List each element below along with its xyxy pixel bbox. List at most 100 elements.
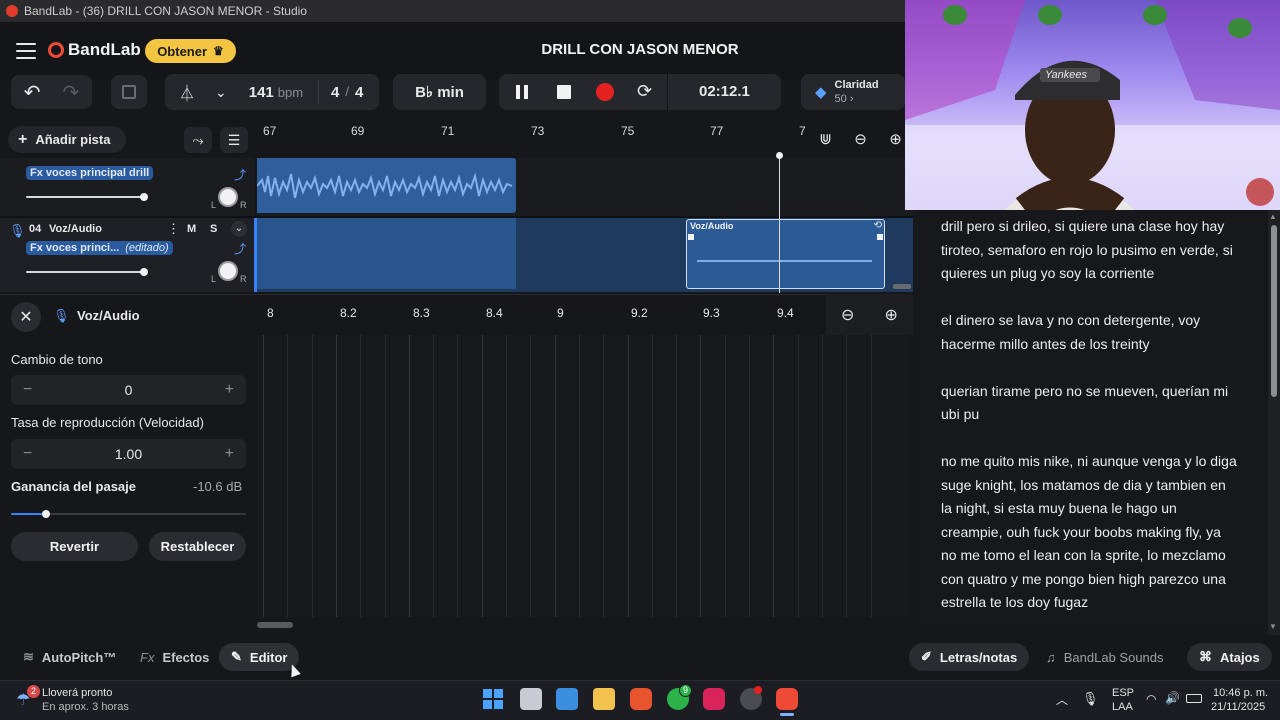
lyrics-paragraph[interactable]: no me quito mis nike, ni aunque venga y …	[941, 450, 1237, 615]
editor-track-name: Voz/Audio	[77, 308, 140, 323]
zoom-in-icon[interactable]: ⊕	[885, 305, 898, 325]
clock-date[interactable]: 21/11/2025	[1211, 701, 1265, 713]
upgrade-button[interactable]: Obtener ♛	[145, 39, 236, 63]
volume-slider[interactable]	[26, 271, 146, 273]
tab-lyrics-notes[interactable]: ✐ Letras/notas	[909, 643, 1030, 671]
ruler-mark: 67	[263, 124, 277, 138]
key-selector[interactable]: B♭ min	[393, 74, 486, 110]
revert-button[interactable]: Revertir	[11, 532, 138, 561]
pan-knob[interactable]	[218, 187, 238, 207]
automation-icon[interactable]: ⤴	[234, 240, 246, 257]
loop-icon[interactable]: ⟳	[637, 81, 652, 102]
bandlab-taskbar-icon[interactable]	[776, 688, 798, 710]
weather-widget[interactable]: ☂ 2	[14, 685, 40, 710]
task-view-icon[interactable]	[520, 688, 542, 710]
record-icon[interactable]	[596, 83, 614, 101]
plus-icon[interactable]: +	[225, 445, 234, 463]
editor-grid[interactable]	[257, 335, 910, 617]
windows-start-icon[interactable]	[482, 688, 504, 710]
tiktok-icon[interactable]	[703, 688, 725, 710]
mixer-icon[interactable]: ☰	[220, 127, 248, 153]
volume-handle[interactable]	[140, 268, 148, 276]
bpm-display[interactable]: 141 bpm	[249, 84, 303, 101]
more-icon[interactable]: ⋮	[167, 221, 180, 237]
menu-icon[interactable]	[16, 43, 36, 59]
clip-handle[interactable]	[688, 234, 694, 240]
pitch-stepper[interactable]: − 0 +	[11, 375, 246, 405]
horizontal-scrollbar[interactable]	[893, 284, 911, 289]
store-icon[interactable]	[556, 688, 578, 710]
automation-icon[interactable]: ⤳	[184, 127, 212, 153]
editor-ruler[interactable]: 8 8.2 8.3 8.4 9 9.2 9.3 9.4	[257, 294, 827, 336]
song-title[interactable]: DRILL CON JASON MENOR	[520, 41, 760, 58]
brand-logo[interactable]: BandLab	[48, 40, 141, 60]
whatsapp-icon[interactable]: 9	[667, 684, 692, 710]
stop-icon[interactable]	[557, 85, 571, 99]
language-top[interactable]: ESP	[1112, 687, 1134, 699]
file-explorer-icon[interactable]	[593, 688, 615, 710]
clip-handle[interactable]	[877, 234, 883, 240]
volume-icon[interactable]: 🔊	[1165, 691, 1180, 705]
chevron-down-icon[interactable]: ⌄	[231, 221, 247, 237]
microphone-icon[interactable]: 🎙	[1082, 691, 1099, 707]
lyrics-scroll-thumb[interactable]	[1271, 225, 1277, 397]
volume-slider[interactable]	[26, 196, 146, 198]
rate-stepper[interactable]: − 1.00 +	[11, 439, 246, 469]
chevron-down-icon[interactable]: ⌄	[215, 84, 227, 101]
clarity-button[interactable]: ◆ Claridad 50 ›	[801, 74, 905, 110]
lyrics-paragraph[interactable]: querian tirame pero no se mueven, quería…	[941, 380, 1237, 427]
track-effect-chip[interactable]: Fx voces principal drill	[26, 166, 154, 180]
rate-value[interactable]: 1.00	[115, 446, 142, 462]
minus-icon[interactable]: −	[23, 445, 32, 463]
playhead-handle[interactable]	[776, 152, 783, 159]
undo-icon[interactable]: ↶	[24, 80, 41, 105]
zoom-out-icon[interactable]: ⊖	[841, 305, 854, 325]
reset-button[interactable]: Restablecer	[149, 532, 246, 561]
battery-icon[interactable]	[1186, 694, 1202, 703]
solo-button[interactable]: S	[210, 223, 217, 235]
obs-icon[interactable]	[740, 686, 762, 710]
audio-clip-selected[interactable]: Voz/Audio ⟲	[686, 219, 885, 289]
minus-icon[interactable]: −	[23, 381, 32, 399]
zoom-in-icon[interactable]: ⊕	[889, 130, 902, 148]
language-bottom[interactable]: LAA	[1112, 701, 1133, 713]
mute-button[interactable]: M	[187, 223, 196, 235]
audio-clip[interactable]	[257, 158, 516, 213]
audio-clip[interactable]	[257, 218, 516, 289]
magnet-icon[interactable]: ⋓	[819, 130, 832, 148]
close-icon[interactable]: ✕	[11, 302, 41, 332]
lyrics-paragraph[interactable]: el dinero se lava y no con detergente, v…	[941, 309, 1237, 356]
tab-bandlab-sounds[interactable]: ♫ BandLab Sounds	[1034, 643, 1176, 671]
metronome-icon[interactable]: ⏃	[179, 80, 195, 104]
track-name[interactable]: Voz/Audio	[49, 223, 102, 235]
scroll-down-icon[interactable]: ▼	[1269, 622, 1277, 631]
zoom-out-icon[interactable]: ⊖	[854, 130, 867, 148]
wifi-icon[interactable]: ◠	[1146, 692, 1156, 706]
chevron-up-icon[interactable]: ︿	[1056, 691, 1068, 708]
editor-scrollbar[interactable]	[257, 622, 293, 628]
tab-autopitch[interactable]: ≋ AutoPitch™	[11, 643, 128, 671]
brave-browser-icon[interactable]	[630, 688, 652, 710]
scroll-up-icon[interactable]: ▲	[1269, 212, 1277, 221]
track-header-2[interactable]: 🎙 04 Voz/Audio ⋮ M S ⌄ Fx voces princi..…	[0, 218, 254, 292]
playhead[interactable]	[779, 155, 780, 293]
track-header-1[interactable]: Fx voces principal drill ⤴ L R	[0, 158, 254, 216]
pitch-value[interactable]: 0	[125, 382, 133, 398]
track-effect-chip[interactable]: Fx voces princi... (editado)	[26, 241, 173, 255]
lyrics-paragraph[interactable]: drill pero si drileo, si quiere una clas…	[941, 215, 1237, 286]
automation-icon[interactable]: ⤴	[234, 166, 246, 183]
add-track-button[interactable]: + Añadir pista	[8, 126, 126, 153]
plus-icon[interactable]: +	[225, 381, 234, 399]
save-button[interactable]	[111, 75, 147, 109]
pause-icon[interactable]	[516, 85, 528, 99]
tab-effects[interactable]: Fx Efectos	[128, 643, 221, 671]
pan-knob[interactable]	[218, 261, 238, 281]
clock-time[interactable]: 10:46 p. m.	[1213, 687, 1268, 699]
loop-handle-icon[interactable]: ⟲	[874, 220, 882, 231]
shortcuts-button[interactable]: ⌘ Atajos	[1187, 643, 1272, 671]
redo-icon[interactable]: ↷	[63, 80, 80, 105]
lyrics-notes-panel[interactable]: drill pero si drileo, si quiere una clas…	[913, 210, 1265, 630]
volume-handle[interactable]	[140, 193, 148, 201]
grid-line	[821, 335, 823, 617]
time-signature[interactable]: 4 / 4	[331, 84, 363, 101]
